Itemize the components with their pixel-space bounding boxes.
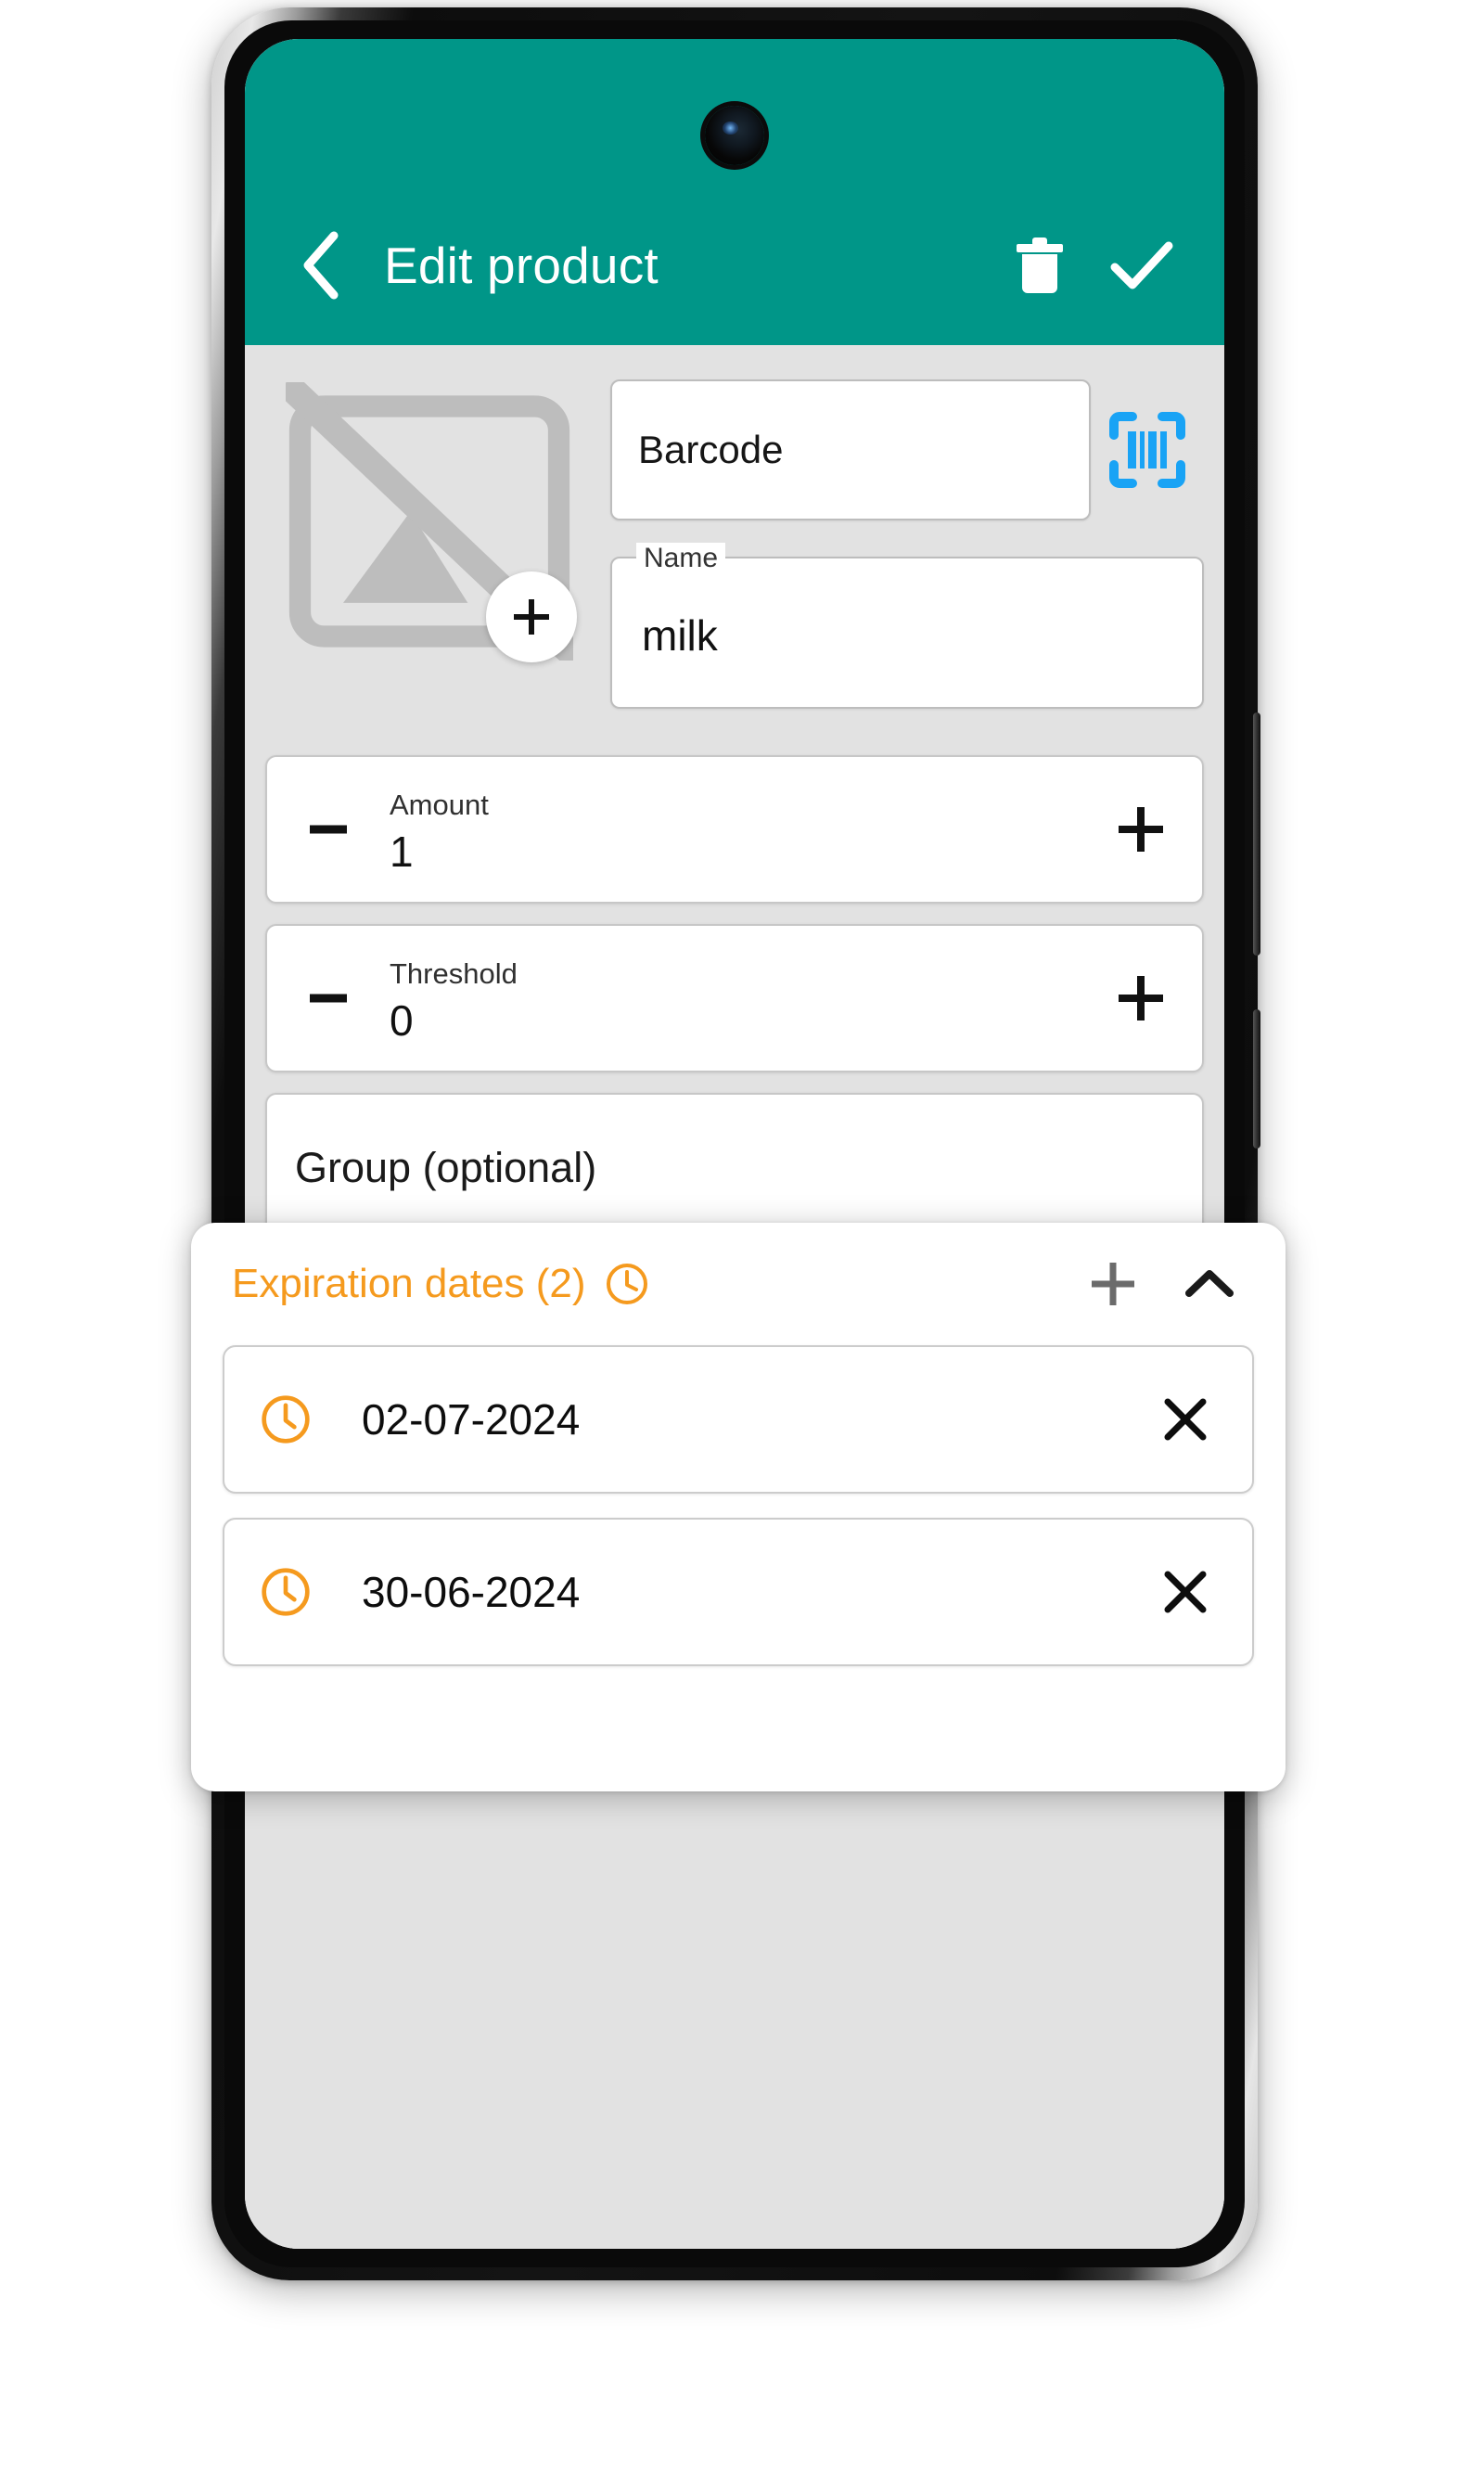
name-field-label: Name [636, 543, 726, 574]
amount-label: Amount [390, 789, 489, 821]
threshold-value-group[interactable]: Threshold 0 [390, 923, 1080, 1073]
plus-icon [1119, 807, 1163, 852]
product-header-section: Barcode Name milk [245, 345, 1224, 735]
phone-screen: Edit product Barcode Name milk Amount 1 … [245, 39, 1224, 2249]
threshold-decrement-button[interactable] [267, 926, 390, 1071]
save-button[interactable] [1091, 239, 1193, 291]
plus-icon [514, 599, 549, 635]
clock-icon [262, 1395, 310, 1444]
threshold-value: 0 [390, 996, 414, 1045]
minus-icon [310, 994, 347, 1003]
amount-stepper: Amount 1 [267, 757, 1202, 902]
collapse-expiration-panel-button[interactable] [1171, 1245, 1248, 1323]
amount-value: 1 [390, 828, 414, 876]
clock-icon [262, 1568, 310, 1616]
group-input[interactable]: Group (optional) [267, 1095, 1202, 1241]
power-button[interactable] [1253, 1009, 1260, 1149]
threshold-increment-button[interactable] [1080, 926, 1202, 1071]
amount-increment-button[interactable] [1080, 757, 1202, 902]
expiration-date-row[interactable]: 30-06-2024 [223, 1518, 1254, 1666]
expiration-panel-header: Expiration dates (2) [191, 1223, 1286, 1345]
group-placeholder: Group (optional) [295, 1144, 597, 1191]
expiration-dates-list: 02-07-2024 30-06-2024 [191, 1345, 1286, 1666]
threshold-stepper: Threshold 0 [267, 926, 1202, 1071]
plus-icon [1092, 1263, 1134, 1305]
expiration-date-value: 30-06-2024 [362, 1568, 581, 1616]
volume-button[interactable] [1253, 712, 1260, 956]
amount-decrement-button[interactable] [267, 757, 390, 902]
expiration-date-value: 02-07-2024 [362, 1395, 581, 1444]
remove-expiration-date-button[interactable] [1150, 1384, 1221, 1455]
plus-icon [1119, 976, 1163, 1020]
expiration-panel-title: Expiration dates (2) [232, 1261, 586, 1306]
barcode-row: Barcode [610, 377, 1204, 523]
page-title: Edit product [384, 237, 659, 294]
delete-button[interactable] [989, 234, 1091, 297]
app-bar: Edit product [245, 39, 1224, 345]
clock-icon [606, 1264, 647, 1304]
chevron-up-icon [1185, 1270, 1234, 1297]
check-icon [1110, 241, 1173, 289]
trash-icon [1017, 237, 1063, 293]
name-field[interactable]: Name milk [610, 543, 1204, 709]
scan-barcode-button[interactable] [1091, 379, 1204, 520]
front-camera-icon [705, 106, 764, 165]
expiration-dates-panel: Expiration dates (2) 02-07-2024 30-06-20… [191, 1223, 1286, 1791]
app-root: Edit product Barcode Name milk Amount 1 … [245, 39, 1224, 2249]
barcode-scan-icon [1109, 412, 1185, 488]
phone-device: Edit product Barcode Name milk Amount 1 … [211, 7, 1260, 2280]
name-field-value: milk [642, 611, 718, 660]
threshold-label: Threshold [390, 957, 518, 990]
product-image-slot[interactable] [265, 356, 610, 727]
close-icon [1164, 1398, 1207, 1441]
add-expiration-date-button[interactable] [1074, 1245, 1152, 1323]
expiration-header-clock [605, 1262, 649, 1306]
group-card: Group (optional) [265, 1093, 1204, 1243]
barcode-placeholder: Barcode [638, 428, 784, 471]
app-bar-row: Edit product [245, 221, 1224, 310]
expiration-date-row[interactable]: 02-07-2024 [223, 1345, 1254, 1494]
amount-card: Amount 1 [265, 755, 1204, 904]
expiration-row-clock-icon [260, 1566, 319, 1618]
chevron-left-icon [303, 231, 339, 300]
threshold-card: Threshold 0 [265, 924, 1204, 1072]
close-icon [1164, 1571, 1207, 1613]
product-fields-column: Barcode Name milk [610, 356, 1204, 735]
remove-expiration-date-button[interactable] [1150, 1557, 1221, 1627]
barcode-input[interactable]: Barcode [610, 379, 1091, 520]
back-button[interactable] [267, 228, 375, 302]
add-photo-button[interactable] [486, 571, 577, 662]
minus-icon [310, 825, 347, 834]
expiration-row-clock-icon [260, 1393, 319, 1445]
amount-value-group[interactable]: Amount 1 [390, 754, 1080, 905]
